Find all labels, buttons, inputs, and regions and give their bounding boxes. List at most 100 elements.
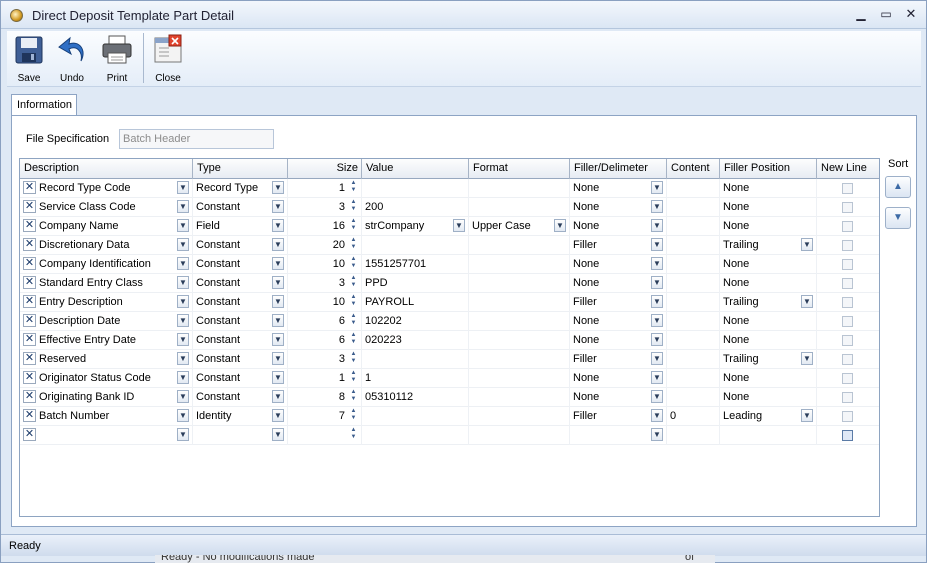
table-row[interactable]: ✕ Record Type Code ▼ Record Type ▼ 1 ▲ ▼ None ▼ No… (20, 179, 879, 198)
chevron-down-icon[interactable]: ▼ (177, 428, 189, 441)
value-cell[interactable]: 200 (362, 198, 469, 217)
chevron-down-icon[interactable]: ▼ (272, 181, 284, 194)
chevron-down-icon[interactable]: ▼ (651, 409, 663, 422)
size-cell[interactable]: 3 ▲ ▼ (288, 350, 362, 369)
new-line-cell[interactable] (817, 236, 879, 255)
format-cell[interactable] (469, 350, 570, 369)
save-button[interactable]: Save (9, 33, 49, 85)
type-cell[interactable]: ▼ (193, 426, 288, 445)
size-spinner-icon[interactable]: ▲ ▼ (348, 218, 359, 234)
size-spinner-icon[interactable]: ▲ ▼ (348, 408, 359, 424)
table-row[interactable]: ✕ Effective Entry Date ▼ Constant ▼ 6 ▲ ▼ 020223… (20, 331, 879, 350)
type-cell[interactable]: Constant ▼ (193, 312, 288, 331)
size-spinner-icon[interactable]: ▲ ▼ (348, 275, 359, 291)
size-cell[interactable]: 20 ▲ ▼ (288, 236, 362, 255)
table-row[interactable]: ✕ Service Class Code ▼ Constant ▼ 3 ▲ ▼ 200 None ▼… (20, 198, 879, 217)
header-filler-position[interactable]: Filler Position (720, 159, 817, 179)
description-cell[interactable]: ✕ Description Date ▼ (20, 312, 193, 331)
type-cell[interactable]: Constant ▼ (193, 350, 288, 369)
chevron-down-icon[interactable]: ▼ (177, 238, 189, 251)
chevron-down-icon[interactable]: ▼ (177, 181, 189, 194)
value-cell[interactable] (362, 407, 469, 426)
content-cell[interactable] (667, 236, 720, 255)
filler-cell[interactable]: ▼ (570, 426, 667, 445)
chevron-down-icon[interactable]: ▼ (177, 371, 189, 384)
position-cell[interactable]: None (720, 198, 817, 217)
delete-row-icon[interactable]: ✕ (23, 181, 36, 194)
value-cell[interactable]: 1551257701 (362, 255, 469, 274)
type-cell[interactable]: Constant ▼ (193, 236, 288, 255)
filler-cell[interactable]: Filler ▼ (570, 407, 667, 426)
value-cell[interactable]: PPD (362, 274, 469, 293)
type-cell[interactable]: Record Type ▼ (193, 179, 288, 198)
chevron-down-icon[interactable]: ▼ (272, 390, 284, 403)
position-cell[interactable]: Trailing ▼ (720, 350, 817, 369)
delete-row-icon[interactable]: ✕ (23, 276, 36, 289)
new-line-checkbox[interactable] (842, 240, 853, 251)
chevron-down-icon[interactable]: ▼ (272, 371, 284, 384)
chevron-down-icon[interactable]: ▼ (801, 295, 813, 308)
table-row[interactable]: ✕ Description Date ▼ Constant ▼ 6 ▲ ▼ 102202 None… (20, 312, 879, 331)
size-spinner-icon[interactable]: ▲ ▼ (348, 389, 359, 405)
chevron-down-icon[interactable]: ▼ (177, 314, 189, 327)
chevron-down-icon[interactable]: ▼ (272, 219, 284, 232)
description-cell[interactable]: ✕ Record Type Code ▼ (20, 179, 193, 198)
close-window-icon[interactable]: ✕ (903, 6, 919, 22)
chevron-down-icon[interactable]: ▼ (177, 219, 189, 232)
filler-cell[interactable]: None ▼ (570, 255, 667, 274)
chevron-down-icon[interactable]: ▼ (177, 295, 189, 308)
tab-information[interactable]: Information (11, 94, 77, 116)
delete-row-icon[interactable]: ✕ (23, 352, 36, 365)
delete-row-icon[interactable]: ✕ (23, 314, 36, 327)
table-row[interactable]: ✕ ▼ ▼ ▲ ▼ ▼ (20, 426, 879, 445)
sort-down-button[interactable]: ▼ (885, 207, 911, 229)
value-cell[interactable] (362, 426, 469, 445)
header-content[interactable]: Content (667, 159, 720, 179)
new-line-cell[interactable] (817, 255, 879, 274)
chevron-down-icon[interactable]: ▼ (177, 333, 189, 346)
header-new-line[interactable]: New Line (817, 159, 879, 179)
format-cell[interactable] (469, 198, 570, 217)
position-cell[interactable]: None (720, 369, 817, 388)
chevron-down-icon[interactable]: ▼ (272, 276, 284, 289)
position-cell[interactable]: Trailing ▼ (720, 236, 817, 255)
chevron-down-icon[interactable]: ▼ (177, 257, 189, 270)
new-line-checkbox[interactable] (842, 354, 853, 365)
value-cell[interactable]: 020223 (362, 331, 469, 350)
new-line-cell[interactable] (817, 293, 879, 312)
value-cell[interactable]: 05310112 (362, 388, 469, 407)
undo-button[interactable]: Undo (52, 33, 92, 85)
new-line-checkbox[interactable] (842, 202, 853, 213)
description-cell[interactable]: ✕ Originating Bank ID ▼ (20, 388, 193, 407)
filler-cell[interactable]: None ▼ (570, 369, 667, 388)
new-line-cell[interactable] (817, 350, 879, 369)
value-cell[interactable]: PAYROLL (362, 293, 469, 312)
new-line-checkbox[interactable] (842, 221, 853, 232)
delete-row-icon[interactable]: ✕ (23, 257, 36, 270)
description-cell[interactable]: ✕ Entry Description ▼ (20, 293, 193, 312)
description-cell[interactable]: ✕ Originator Status Code ▼ (20, 369, 193, 388)
header-filler-delimeter[interactable]: Filler/Delimeter (570, 159, 667, 179)
new-line-cell[interactable] (817, 369, 879, 388)
chevron-down-icon[interactable]: ▼ (272, 352, 284, 365)
new-line-cell[interactable] (817, 198, 879, 217)
size-cell[interactable]: 1 ▲ ▼ (288, 179, 362, 198)
chevron-down-icon[interactable]: ▼ (801, 409, 813, 422)
chevron-down-icon[interactable]: ▼ (177, 200, 189, 213)
description-cell[interactable]: ✕ Reserved ▼ (20, 350, 193, 369)
content-cell[interactable] (667, 312, 720, 331)
chevron-down-icon[interactable]: ▼ (272, 314, 284, 327)
chevron-down-icon[interactable]: ▼ (272, 295, 284, 308)
content-cell[interactable] (667, 388, 720, 407)
chevron-down-icon[interactable]: ▼ (651, 352, 663, 365)
type-cell[interactable]: Constant ▼ (193, 331, 288, 350)
size-spinner-icon[interactable]: ▲ ▼ (348, 332, 359, 348)
chevron-down-icon[interactable]: ▼ (272, 200, 284, 213)
description-cell[interactable]: ✕ Standard Entry Class ▼ (20, 274, 193, 293)
format-cell[interactable] (469, 179, 570, 198)
sort-up-button[interactable]: ▲ (885, 176, 911, 198)
filler-cell[interactable]: Filler ▼ (570, 293, 667, 312)
new-line-checkbox[interactable] (842, 411, 853, 422)
position-cell[interactable]: None (720, 388, 817, 407)
value-cell[interactable] (362, 179, 469, 198)
